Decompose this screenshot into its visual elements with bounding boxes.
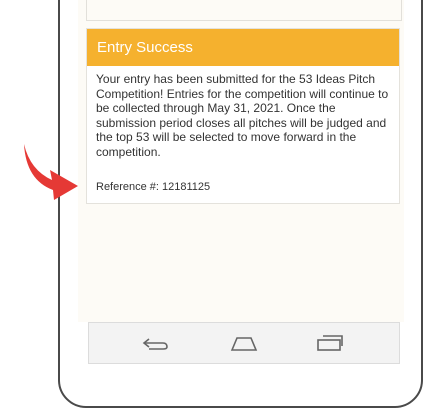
- card-message: Your entry has been submitted for the 53…: [96, 72, 389, 159]
- recent-apps-icon[interactable]: [315, 331, 345, 355]
- android-nav-bar: [88, 322, 400, 364]
- red-pointer-arrow-icon: [24, 144, 78, 200]
- back-icon[interactable]: [141, 331, 171, 355]
- reference-number: Reference #: 12181125: [96, 181, 211, 193]
- card-title: Entry Success: [87, 29, 399, 66]
- previous-card-edge: [86, 0, 402, 21]
- home-icon[interactable]: [229, 331, 259, 355]
- entry-success-card: Entry Success Your entry has been submit…: [86, 28, 400, 204]
